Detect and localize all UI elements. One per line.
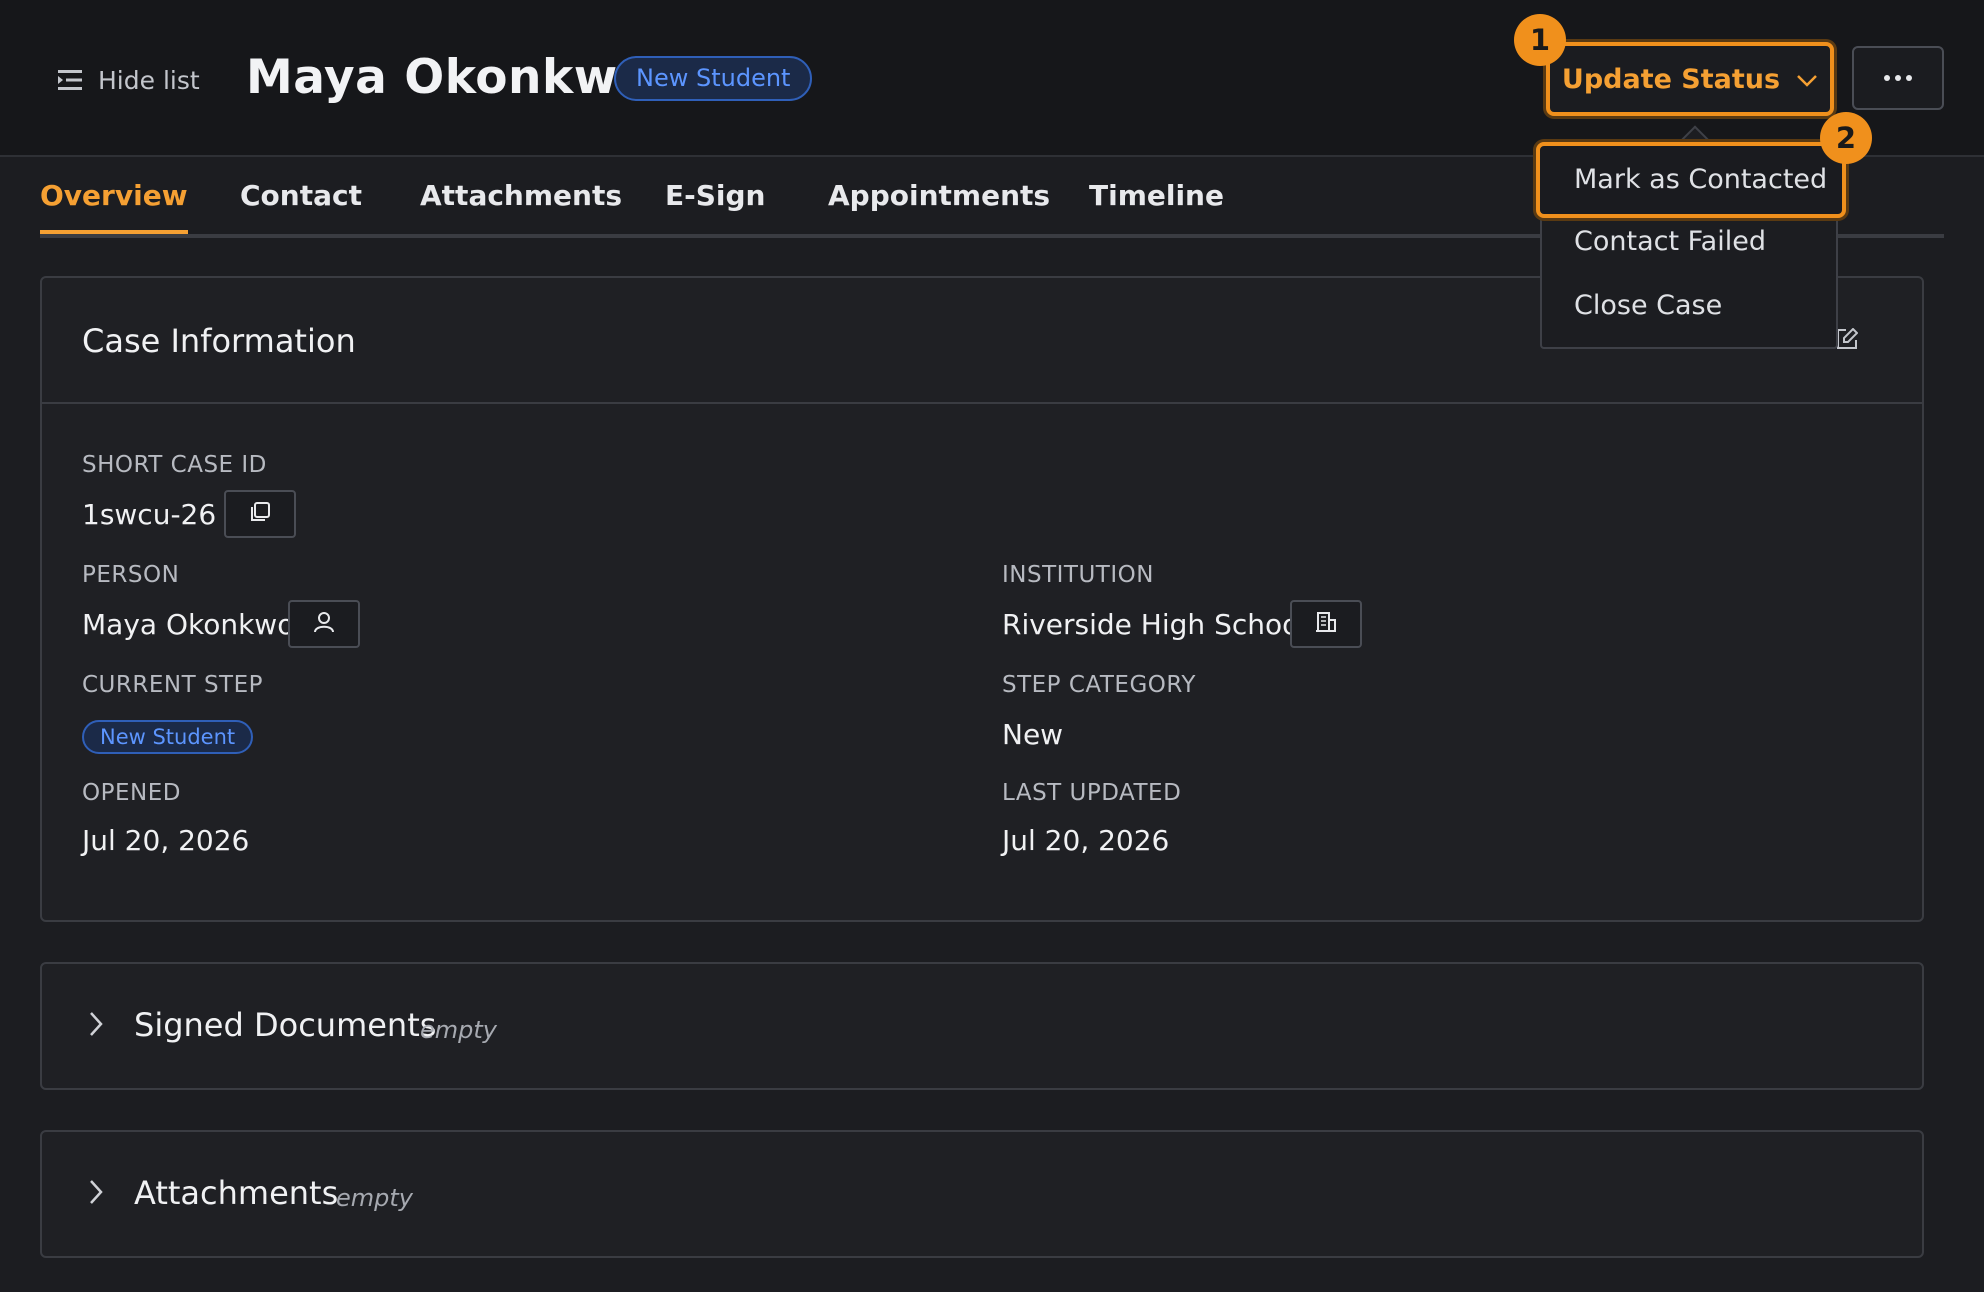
signed-documents-section[interactable]: Signed Documents empty (40, 962, 1924, 1090)
chevron-down-icon (1796, 64, 1818, 95)
current-step-label: CURRENT STEP (82, 672, 264, 698)
update-status-button[interactable]: Update Status (1546, 42, 1834, 116)
menu-item-close-case[interactable]: Close Case (1542, 290, 1836, 321)
step-category-value: New (1002, 718, 1064, 751)
attachments-section[interactable]: Attachments empty (40, 1130, 1924, 1258)
menu-item-contact-failed[interactable]: Contact Failed (1542, 226, 1836, 257)
page-title: Maya Okonkwo (246, 50, 651, 105)
step-marker-1: 1 (1514, 14, 1566, 66)
building-icon (1315, 611, 1337, 637)
hide-list-label: Hide list (98, 65, 200, 95)
person-icon (313, 611, 335, 637)
last-updated-label: LAST UPDATED (1002, 780, 1182, 806)
attachments-empty: empty (336, 1184, 413, 1212)
status-badge: New Student (614, 56, 813, 101)
view-person-button[interactable] (288, 600, 360, 648)
chevron-right-icon[interactable] (88, 1010, 104, 1042)
institution-value: Riverside High School (1002, 608, 1308, 641)
tab-overview[interactable]: Overview (40, 179, 188, 234)
tab-contact[interactable]: Contact (240, 179, 362, 230)
short-case-id-label: SHORT CASE ID (82, 452, 267, 478)
update-status-menu: Mark as Contacted Contact Failed Close C… (1536, 140, 1846, 349)
tab-attachments[interactable]: Attachments (420, 179, 622, 230)
signed-documents-title: Signed Documents (134, 1006, 437, 1044)
step-category-label: STEP CATEGORY (1002, 672, 1196, 698)
update-status-label: Update Status (1561, 63, 1781, 95)
hide-list-button[interactable]: Hide list (58, 60, 200, 100)
list-collapse-icon (58, 69, 84, 91)
opened-label: OPENED (82, 780, 181, 806)
case-information-title: Case Information (82, 322, 356, 360)
current-step-badge: New Student (82, 720, 254, 754)
tab-esign[interactable]: E-Sign (665, 179, 766, 230)
copy-icon (249, 501, 271, 527)
tab-timeline[interactable]: Timeline (1089, 179, 1224, 230)
chevron-right-icon[interactable] (88, 1178, 104, 1210)
tab-appointments[interactable]: Appointments (828, 179, 1050, 230)
view-institution-button[interactable] (1290, 600, 1362, 648)
person-value: Maya Okonkwo (82, 608, 295, 641)
more-icon (1884, 75, 1890, 81)
case-information-card: Case Information SHORT CASE ID 1swcu-26 … (40, 276, 1924, 922)
copy-case-id-button[interactable] (224, 490, 296, 538)
last-updated-value: Jul 20, 2026 (1002, 824, 1170, 857)
person-label: PERSON (82, 562, 180, 588)
attachments-title: Attachments (134, 1174, 339, 1212)
menu-item-mark-as-contacted[interactable]: Mark as Contacted (1536, 142, 1846, 218)
opened-value: Jul 20, 2026 (82, 824, 250, 857)
signed-documents-empty: empty (420, 1016, 497, 1044)
institution-label: INSTITUTION (1002, 562, 1154, 588)
short-case-id-value: 1swcu-26 (82, 498, 217, 531)
more-options-button[interactable] (1852, 46, 1944, 110)
edit-icon[interactable] (1836, 327, 1859, 354)
step-marker-2: 2 (1820, 112, 1872, 164)
